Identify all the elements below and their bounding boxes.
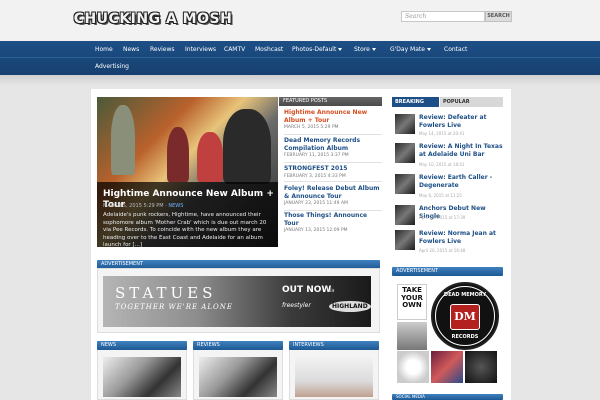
breaking-news-item[interactable]: Anchors Debut New Single April 28, 2015 a…	[395, 205, 503, 230]
nav-camtv[interactable]: CAMTV	[224, 41, 245, 58]
featured-post-item[interactable]: Hightime Announce New Album + Tour MARCH …	[284, 109, 382, 135]
news-thumbnail[interactable]	[395, 114, 415, 134]
nav-moshcast[interactable]: Moshcast	[255, 41, 283, 58]
interviews-section-heading[interactable]: INTERVIEWS	[289, 341, 379, 350]
album-art-thumbnail[interactable]	[465, 351, 497, 383]
band-member-figure	[223, 109, 271, 184]
news-thumbnail[interactable]	[103, 357, 181, 397]
chevron-down-icon	[338, 48, 343, 51]
breaking-news-date: May 6, 2015 at 11:25	[419, 193, 462, 198]
nav-photos-label: Photos-Default	[292, 46, 337, 53]
featured-post-title[interactable]: STRONGFEST 2015	[284, 165, 382, 173]
nav-photos[interactable]: Photos-Default	[292, 41, 343, 58]
main-nav: Home News Reviews Interviews CAMTV Moshc…	[0, 41, 600, 75]
album-art-thumbnail[interactable]	[431, 351, 463, 383]
featured-post-date: JANUARY 23, 2015 11:49 AM	[284, 201, 348, 206]
band-member-figure	[197, 132, 223, 182]
breaking-news-title[interactable]: Review: Norma Jean at Fowlers Live	[419, 230, 503, 245]
sidebar-advertisement-heading: ADVERTISEMENT	[392, 267, 503, 276]
breaking-news-date: April 20, 2015 at 16:48	[419, 248, 466, 253]
featured-post-title[interactable]: Those Things! Announce Tour	[284, 212, 382, 227]
ad-photo[interactable]	[397, 322, 427, 350]
band-member-figure	[167, 127, 189, 182]
breaking-news-item[interactable]: Review: A Night In Texas at Adelaide Uni…	[395, 143, 503, 168]
nav-interviews[interactable]: Interviews	[185, 41, 216, 58]
featured-post-date: MARCH 5, 2015 5:29 PM	[284, 125, 339, 130]
tab-breaking-news[interactable]: BREAKING NEWS	[392, 97, 439, 115]
feature-excerpt: Adelaide's punk rockers, Hightime, have …	[103, 212, 267, 248]
nav-advertising[interactable]: Advertising	[95, 58, 129, 75]
breaking-news-title[interactable]: Review: A Night In Texas at Adelaide Uni…	[419, 143, 503, 158]
header-shadow-band	[0, 75, 600, 85]
featured-post-date: FEBRUARY 3, 2015 4:33 PM	[284, 173, 346, 179]
nav-store-label: Store	[354, 46, 370, 53]
featured-post-item[interactable]: Dead Memory Records Compilation Album FEB…	[284, 137, 382, 163]
ad-via: via	[327, 288, 335, 294]
breaking-news-date: May 14, 2015 at 20:41	[419, 131, 465, 136]
nav-gday-label: G'Day Mate	[390, 46, 425, 53]
featured-post-item[interactable]: STRONGFEST 2015 FEBRUARY 3, 2015 4:33 PM	[284, 165, 382, 182]
featured-posts-heading: FEATURED POSTS	[279, 97, 382, 106]
tab-popular[interactable]: POPULAR	[440, 97, 503, 107]
featured-post-title[interactable]: Dead Memory Records Compilation Album	[284, 137, 382, 152]
nav-gday-mate[interactable]: G'Day Mate	[390, 41, 431, 58]
breaking-news-date: May 10, 2015 at 18:41	[419, 162, 465, 167]
featured-post-title[interactable]: Foley! Release Debut Album & Announce To…	[284, 185, 382, 200]
news-section-heading[interactable]: NEWS	[97, 341, 187, 350]
site-logo[interactable]: CHUCKING A MOSH	[74, 6, 232, 32]
featured-post-item[interactable]: Foley! Release Debut Album & Announce To…	[284, 185, 382, 211]
reviews-section-heading[interactable]: REVIEWS	[193, 341, 283, 350]
featured-post-date: FEBRUARY 11, 2015 3:37 PM	[284, 153, 349, 158]
search-button[interactable]: SEARCH	[485, 11, 512, 22]
nav-store[interactable]: Store	[354, 41, 376, 58]
ad-title: STATUES	[115, 284, 217, 302]
social-media-heading: SOCIAL MEDIA	[392, 394, 503, 400]
nav-home[interactable]: Home	[95, 41, 113, 58]
breaking-news-title[interactable]: Review: Earth Caller - Degenerate	[419, 174, 503, 189]
nav-reviews[interactable]: Reviews	[150, 41, 175, 58]
breaking-news-item[interactable]: Review: Earth Caller - Degenerate May 6, …	[395, 174, 503, 199]
album-art-thumbnail[interactable]	[397, 351, 429, 383]
breaking-news-item[interactable]: Review: Norma Jean at Fowlers Live April …	[395, 230, 503, 255]
ad-label-freestyler: freestyler	[282, 302, 311, 309]
band-member-figure	[111, 105, 135, 175]
ad-out-now: OUT NOW	[282, 285, 332, 295]
search-input[interactable]: Search	[401, 11, 485, 22]
featured-post-date: JANUARY 13, 2015 12:09 PM	[284, 228, 348, 233]
featured-post-item[interactable]: Those Things! Announce Tour JANUARY 13, 2…	[284, 212, 382, 233]
nav-contact[interactable]: Contact	[444, 41, 467, 58]
feature-date: MARCH 5, 2015 5:29 PM	[103, 203, 164, 209]
nav-news[interactable]: News	[123, 41, 139, 58]
logo-text-bottom: RECORDS	[451, 334, 479, 340]
ad-label-highland: HIGHLAND	[329, 301, 371, 312]
feature-category[interactable]: NEWS	[168, 203, 183, 209]
news-thumbnail[interactable]	[395, 230, 415, 250]
news-thumbnail[interactable]	[395, 143, 415, 163]
logo-text-top: DEAD MEMORY	[443, 292, 487, 298]
interviews-thumbnail[interactable]	[295, 357, 373, 397]
reviews-thumbnail[interactable]	[199, 357, 277, 397]
chevron-down-icon	[426, 48, 431, 51]
breaking-news-title[interactable]: Review: Defeater at Fowlers Live	[419, 114, 503, 129]
news-thumbnail[interactable]	[395, 174, 415, 194]
feature-meta: MARCH 5, 2015 5:29 PM · NEWS	[103, 203, 184, 209]
news-thumbnail[interactable]	[395, 205, 415, 225]
take-your-own-ad[interactable]: TAKE YOUR OWN	[397, 284, 427, 320]
ad-subtitle: TOGETHER WE'RE ALONE	[115, 303, 233, 311]
logo-badge: DM	[450, 304, 480, 330]
chevron-down-icon	[371, 48, 376, 51]
featured-post-title[interactable]: Hightime Announce New Album + Tour	[284, 109, 382, 124]
breaking-news-date: April 28, 2015 at 17:39	[419, 215, 466, 220]
breaking-news-item[interactable]: Review: Defeater at Fowlers Live May 14, …	[395, 114, 503, 139]
